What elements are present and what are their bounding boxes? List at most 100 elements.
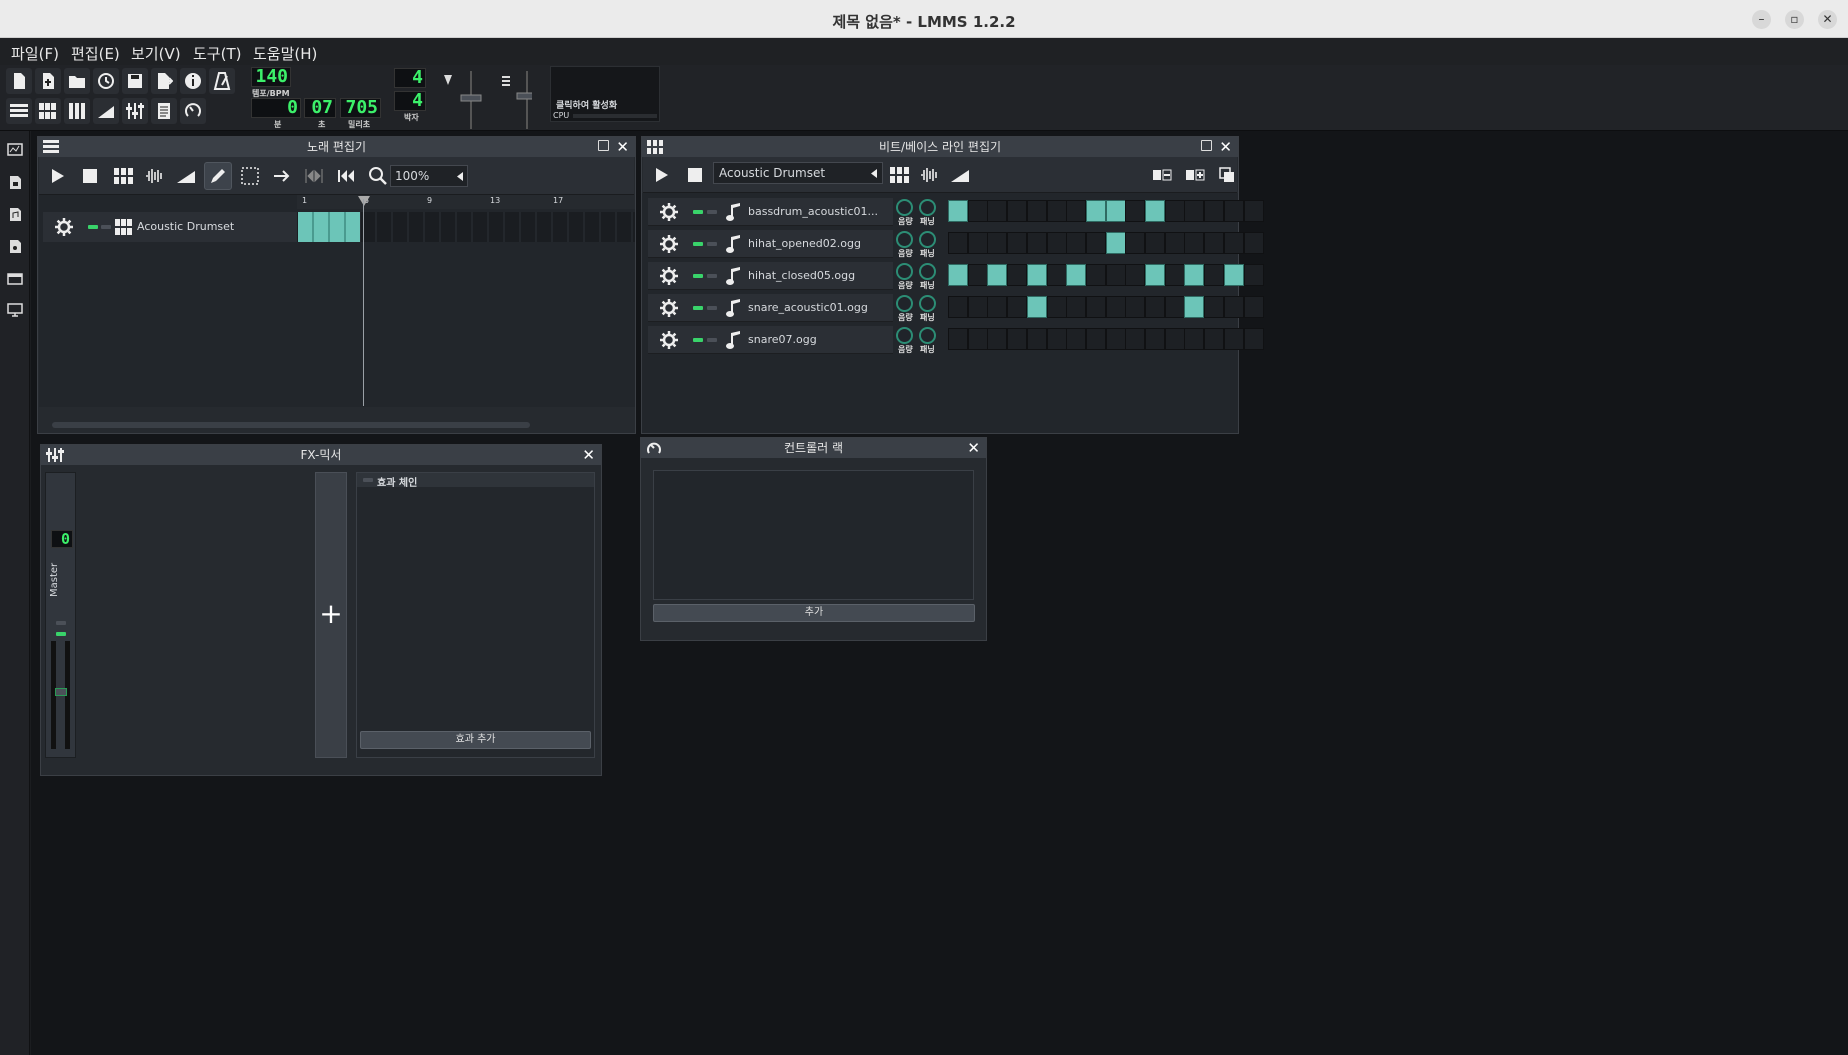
step-button[interactable] [987,264,1008,286]
step-button[interactable] [1105,264,1126,286]
step-button[interactable] [1164,328,1185,350]
step-button[interactable] [1184,328,1205,350]
edit-mode-button[interactable] [236,162,264,190]
step-button[interactable] [1164,200,1185,222]
tempo-display[interactable]: 140 [251,67,291,87]
step-button[interactable] [1066,200,1087,222]
beat-editor-close-icon[interactable]: ✕ [1219,137,1232,157]
step-button[interactable] [1125,264,1146,286]
add-controller-button[interactable]: 추가 [653,604,975,622]
step-button[interactable] [1243,328,1264,350]
add-beat-track-button[interactable] [110,162,138,190]
panning-knob[interactable] [919,295,936,312]
step-button[interactable] [1026,328,1047,350]
gear-icon[interactable] [660,267,678,285]
step-button[interactable] [1026,232,1047,254]
restore-button[interactable]: ▫ [1785,10,1804,29]
step-button[interactable] [1223,232,1244,254]
step-button[interactable] [1007,264,1028,286]
step-button[interactable] [967,264,988,286]
master-pitch-slider[interactable] [516,92,532,100]
step-button[interactable] [1046,232,1067,254]
step-button[interactable] [1204,200,1225,222]
step-button[interactable] [1204,296,1225,318]
recent-projects-button[interactable] [93,68,119,94]
song-editor-toggle[interactable] [6,98,32,124]
step-button[interactable] [1046,264,1067,286]
clone-steps-button[interactable] [1213,161,1241,189]
step-button[interactable] [1223,296,1244,318]
step-button[interactable] [1164,232,1185,254]
step-button[interactable] [1145,328,1165,350]
step-button[interactable] [1007,232,1028,254]
panning-knob[interactable] [919,231,936,248]
step-button[interactable] [1184,200,1205,222]
beat-play-button[interactable] [648,161,676,189]
step-button[interactable] [1066,232,1087,254]
piano-roll-toggle[interactable] [64,98,90,124]
step-button[interactable] [1105,328,1126,350]
beat-track-name[interactable]: snare_acoustic01.ogg [748,301,868,314]
step-button[interactable] [1066,264,1087,286]
mute-led[interactable] [693,338,703,342]
add-beat-pattern-button[interactable] [886,161,914,189]
step-button[interactable] [1105,232,1126,254]
step-button[interactable] [1105,296,1126,318]
step-button[interactable] [1125,232,1146,254]
fx-mixer-close-icon[interactable]: ✕ [582,445,595,465]
step-button[interactable] [1204,232,1225,254]
step-button[interactable] [1026,200,1047,222]
open-project-button[interactable] [64,68,90,94]
mute-led[interactable] [693,242,703,246]
close-button[interactable]: ✕ [1818,10,1837,29]
volume-knob[interactable] [896,295,913,312]
metronome-button[interactable] [209,68,235,94]
channel-solo-led[interactable] [56,632,66,636]
step-button[interactable] [1145,296,1165,318]
beat-track-name[interactable]: bassdrum_acoustic01... [748,205,878,218]
step-button[interactable] [1007,200,1028,222]
channel-mute-led[interactable] [56,621,66,625]
step-button[interactable] [1026,296,1047,318]
menu-file[interactable]: 파일(F) [11,43,59,64]
solo-led[interactable] [707,274,717,278]
stop-behaviour-button[interactable] [332,162,360,190]
effects-chain-toggle[interactable] [363,478,373,482]
controller-rack-titlebar[interactable]: 컨트롤러 랙 ✕ [641,438,986,458]
song-play-button[interactable] [44,162,72,190]
solo-led[interactable] [707,306,717,310]
step-button[interactable] [1125,200,1146,222]
save-project-button[interactable] [122,68,148,94]
step-button[interactable] [1085,328,1106,350]
my-projects-icon[interactable] [7,175,23,189]
panning-knob[interactable] [919,327,936,344]
step-button[interactable] [1046,200,1067,222]
gear-icon[interactable] [660,235,678,253]
step-button[interactable] [1026,264,1047,286]
step-button[interactable] [1145,264,1165,286]
timeline-ruler[interactable]: 1 5 9 13 17 [297,195,635,209]
volume-knob[interactable] [896,231,913,248]
beat-editor-titlebar[interactable]: 비트/베이스 라인 편집기 ✕ [642,137,1238,157]
panning-knob[interactable] [919,199,936,216]
controller-rack-close-icon[interactable]: ✕ [967,438,980,458]
step-button[interactable] [1164,264,1185,286]
gear-icon[interactable] [660,203,678,221]
mute-led[interactable] [693,306,703,310]
add-automation-track-button[interactable] [172,162,200,190]
step-button[interactable] [1085,296,1106,318]
step-button[interactable] [1066,328,1087,350]
step-button[interactable] [1125,328,1146,350]
step-button[interactable] [987,200,1008,222]
add-automation-track-button[interactable] [946,161,974,189]
step-button[interactable] [987,328,1008,350]
menu-view[interactable]: 보기(V) [131,43,181,64]
fx-mixer-titlebar[interactable]: FX-믹서 ✕ [41,445,601,465]
step-button[interactable] [1223,328,1244,350]
step-button[interactable] [967,232,988,254]
volume-knob[interactable] [896,327,913,344]
step-button[interactable] [948,328,968,350]
step-button[interactable] [1105,200,1126,222]
mute-led[interactable] [88,225,98,229]
step-button[interactable] [1085,200,1106,222]
